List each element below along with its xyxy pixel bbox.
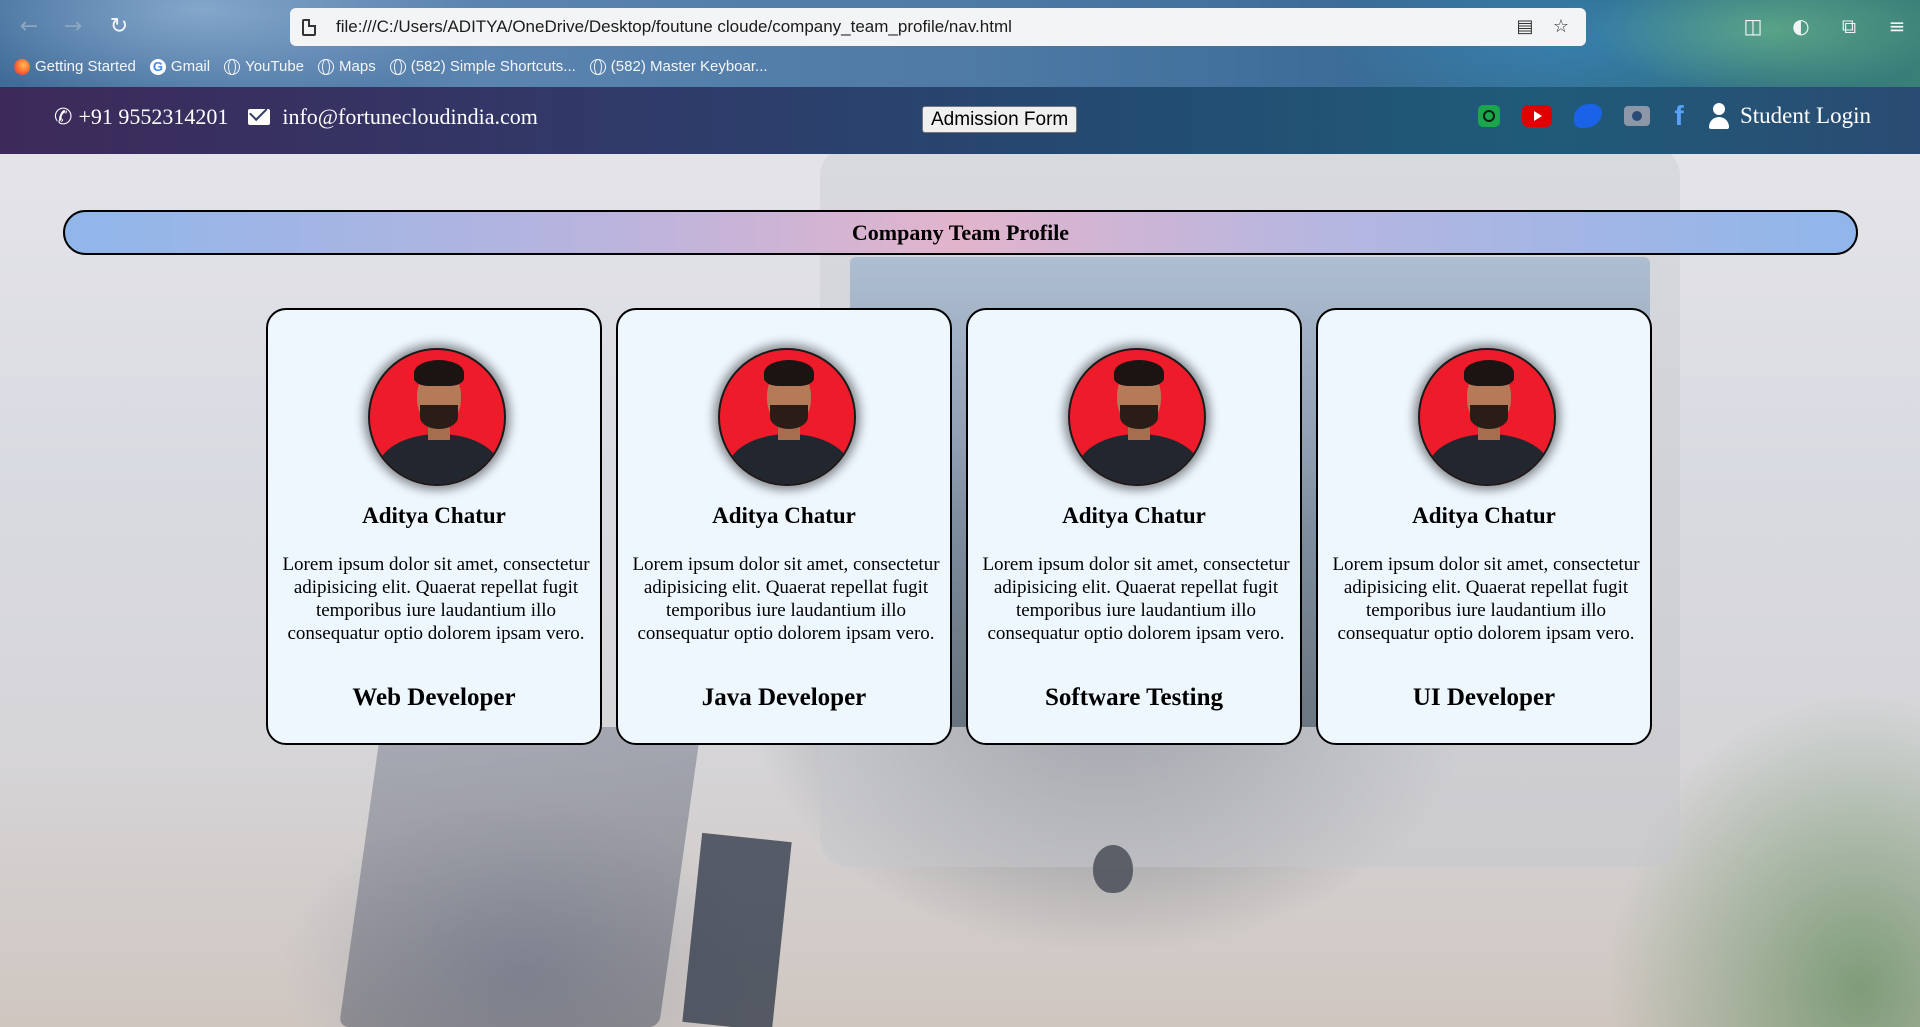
bookmark-maps[interactable]: Maps (318, 58, 376, 75)
background-laptop (338, 727, 702, 1027)
team-card: Aditya Chatur Lorem ipsum dolor sit amet… (1316, 308, 1652, 745)
member-name: Aditya Chatur (1412, 503, 1556, 528)
bookmark-youtube[interactable]: YouTube (224, 58, 304, 75)
url-bar[interactable]: file:///C:/Users/ADITYA/OneDrive/Desktop… (290, 8, 1586, 46)
student-login-label: Student Login (1740, 103, 1871, 128)
globe-icon (389, 58, 406, 75)
member-name: Aditya Chatur (712, 503, 856, 528)
menu-icon[interactable]: ≡ (1884, 12, 1910, 40)
reader-view-icon[interactable]: ▤ (1514, 16, 1536, 38)
phone-number[interactable]: +91 9552314201 (78, 104, 228, 130)
account-icon[interactable]: ◐ (1788, 12, 1814, 40)
browser-chrome: ← → ↻ file:///C:/Users/ADITYA/OneDrive/D… (0, 0, 1920, 87)
student-login-link[interactable]: Student Login (1708, 103, 1871, 129)
email-address[interactable]: info@fortunecloudindia.com (282, 104, 537, 130)
twitter-icon[interactable] (1574, 104, 1602, 128)
google-icon: G (149, 58, 166, 75)
apple-logo-icon (1093, 845, 1133, 893)
bookmark-label: YouTube (245, 58, 305, 75)
toolbar-right: ◫ ◐ ⧉ ≡ (1740, 12, 1910, 40)
bookmark-simple-shortcuts[interactable]: (582) Simple Shortcuts... (389, 58, 576, 75)
camera-icon[interactable] (1624, 106, 1650, 126)
back-arrow-icon[interactable]: ← (16, 14, 42, 40)
phone-icon: ✆ (54, 104, 73, 130)
member-description: Lorem ipsum dolor sit amet, consectetur … (632, 554, 940, 644)
site-header: ✆ +91 9552314201 info@fortunecloudindia.… (0, 87, 1920, 154)
facebook-icon[interactable]: f (1672, 102, 1686, 130)
globe-icon (318, 58, 335, 75)
member-description: Lorem ipsum dolor sit amet, consectetur … (1332, 554, 1640, 644)
bookmark-gmail[interactable]: G Gmail (149, 58, 211, 75)
bookmark-label: Maps (339, 58, 376, 75)
team-cards: Aditya Chatur Lorem ipsum dolor sit amet… (266, 308, 1652, 745)
bookmark-label: Gmail (170, 58, 211, 75)
envelope-icon (248, 109, 271, 125)
avatar (718, 348, 856, 486)
member-description: Lorem ipsum dolor sit amet, consectetur … (282, 554, 590, 644)
globe-icon (224, 58, 241, 75)
user-icon (1708, 103, 1730, 129)
pocket-icon[interactable]: ◫ (1740, 12, 1766, 40)
globe-icon (589, 58, 606, 75)
bookmark-master-keyboard[interactable]: (582) Master Keyboar... (589, 58, 768, 75)
team-card: Aditya Chatur Lorem ipsum dolor sit amet… (966, 308, 1302, 745)
avatar (368, 348, 506, 486)
whatsapp-icon[interactable] (1478, 105, 1500, 127)
bookmark-label: (582) Master Keyboar... (610, 58, 768, 75)
bookmark-getting-started[interactable]: Getting Started (14, 58, 136, 75)
member-role: Java Developer (701, 684, 867, 711)
page-content: ✆ +91 9552314201 info@fortunecloudindia.… (0, 87, 1920, 1027)
url-text[interactable]: file:///C:/Users/ADITYA/OneDrive/Desktop… (336, 17, 1514, 37)
background-sign (682, 832, 792, 1027)
admission-form-button[interactable]: Admission Form (922, 106, 1078, 133)
member-role: Web Developer (352, 684, 516, 711)
star-bookmark-icon[interactable]: ☆ (1550, 16, 1572, 38)
youtube-icon[interactable] (1522, 105, 1552, 127)
extensions-icon[interactable]: ⧉ (1836, 12, 1862, 40)
member-role: UI Developer (1412, 684, 1556, 711)
contact-info: ✆ +91 9552314201 info@fortunecloudindia.… (54, 104, 538, 130)
page-title: Company Team Profile (63, 210, 1858, 255)
member-description: Lorem ipsum dolor sit amet, consectetur … (982, 554, 1290, 644)
member-name: Aditya Chatur (362, 503, 506, 528)
avatar (1418, 348, 1556, 486)
bookmark-label: (582) Simple Shortcuts... (410, 58, 576, 75)
bookmarks-toolbar: Getting Started G Gmail YouTube Maps (58… (14, 58, 768, 75)
reload-icon[interactable]: ↻ (106, 14, 132, 40)
avatar (1068, 348, 1206, 486)
forward-arrow-icon[interactable]: → (60, 14, 86, 40)
social-links: f Student Login (1478, 102, 1871, 130)
team-card: Aditya Chatur Lorem ipsum dolor sit amet… (616, 308, 952, 745)
page-icon (302, 18, 316, 36)
member-name: Aditya Chatur (1062, 503, 1206, 528)
member-role: Software Testing (1044, 684, 1224, 711)
firefox-icon (14, 58, 30, 75)
team-card: Aditya Chatur Lorem ipsum dolor sit amet… (266, 308, 602, 745)
bookmark-label: Getting Started (35, 58, 136, 75)
